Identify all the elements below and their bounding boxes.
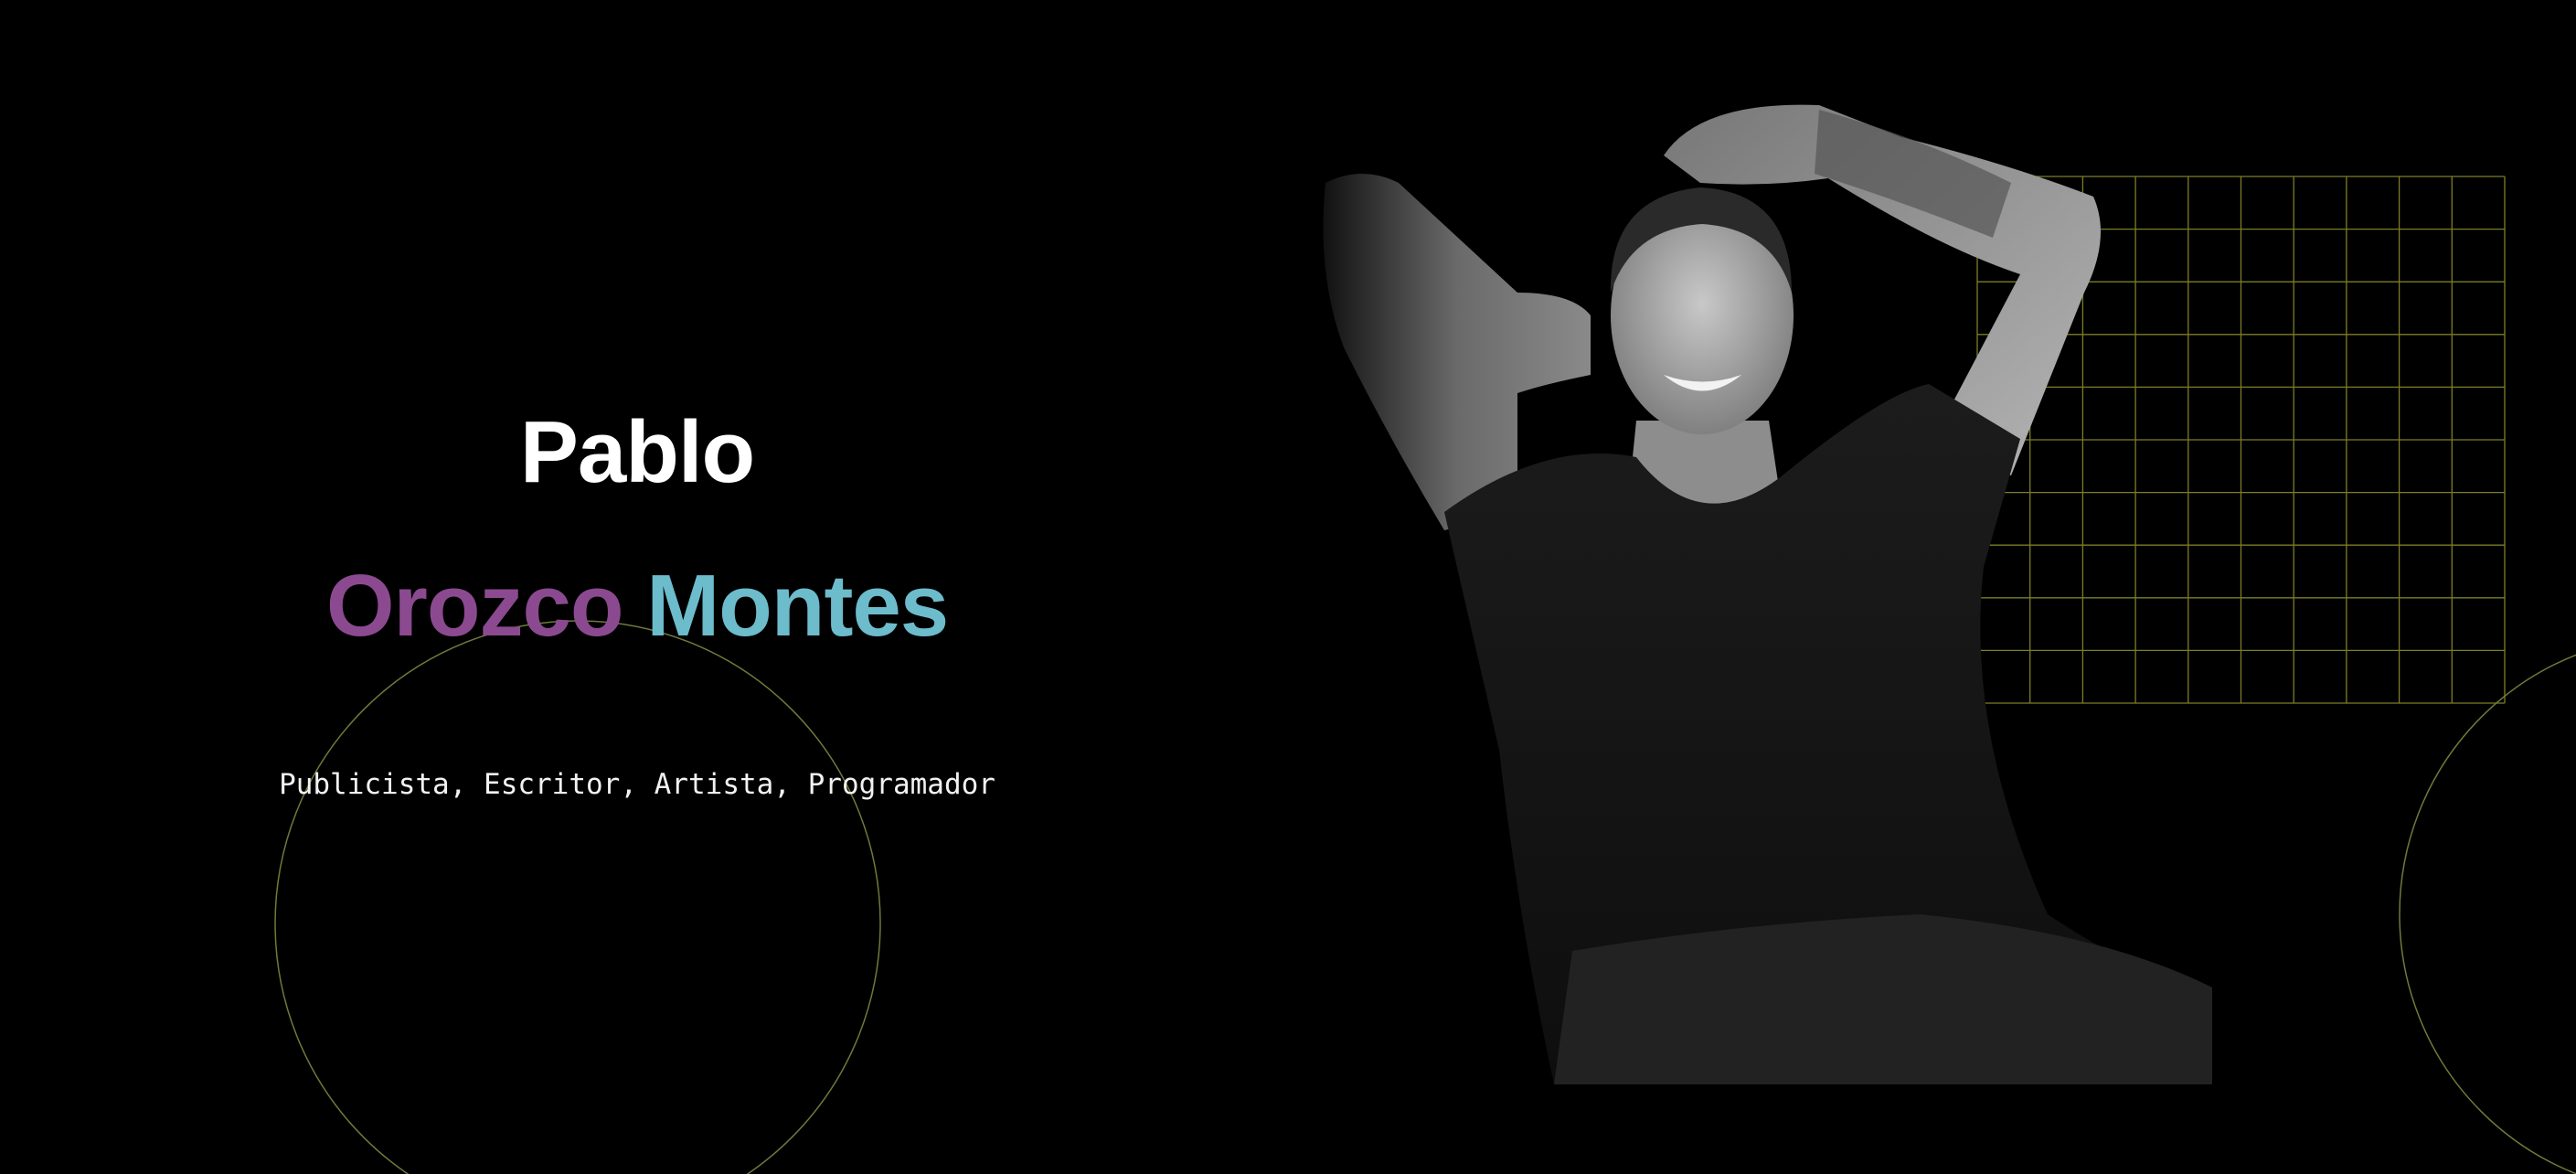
last-name-part-2: Montes [646, 557, 949, 655]
last-name-heading: Orozco Montes [0, 556, 1274, 656]
first-name-heading: Pablo [519, 403, 755, 501]
decorative-circle-right [2399, 654, 2576, 1174]
decorative-circle [274, 620, 881, 1174]
last-name-part-1: Orozco [325, 557, 624, 655]
roles-subtitle: Publicista, Escritor, Artista, Programad… [279, 768, 995, 801]
portrait-photo [1323, 104, 2212, 1084]
